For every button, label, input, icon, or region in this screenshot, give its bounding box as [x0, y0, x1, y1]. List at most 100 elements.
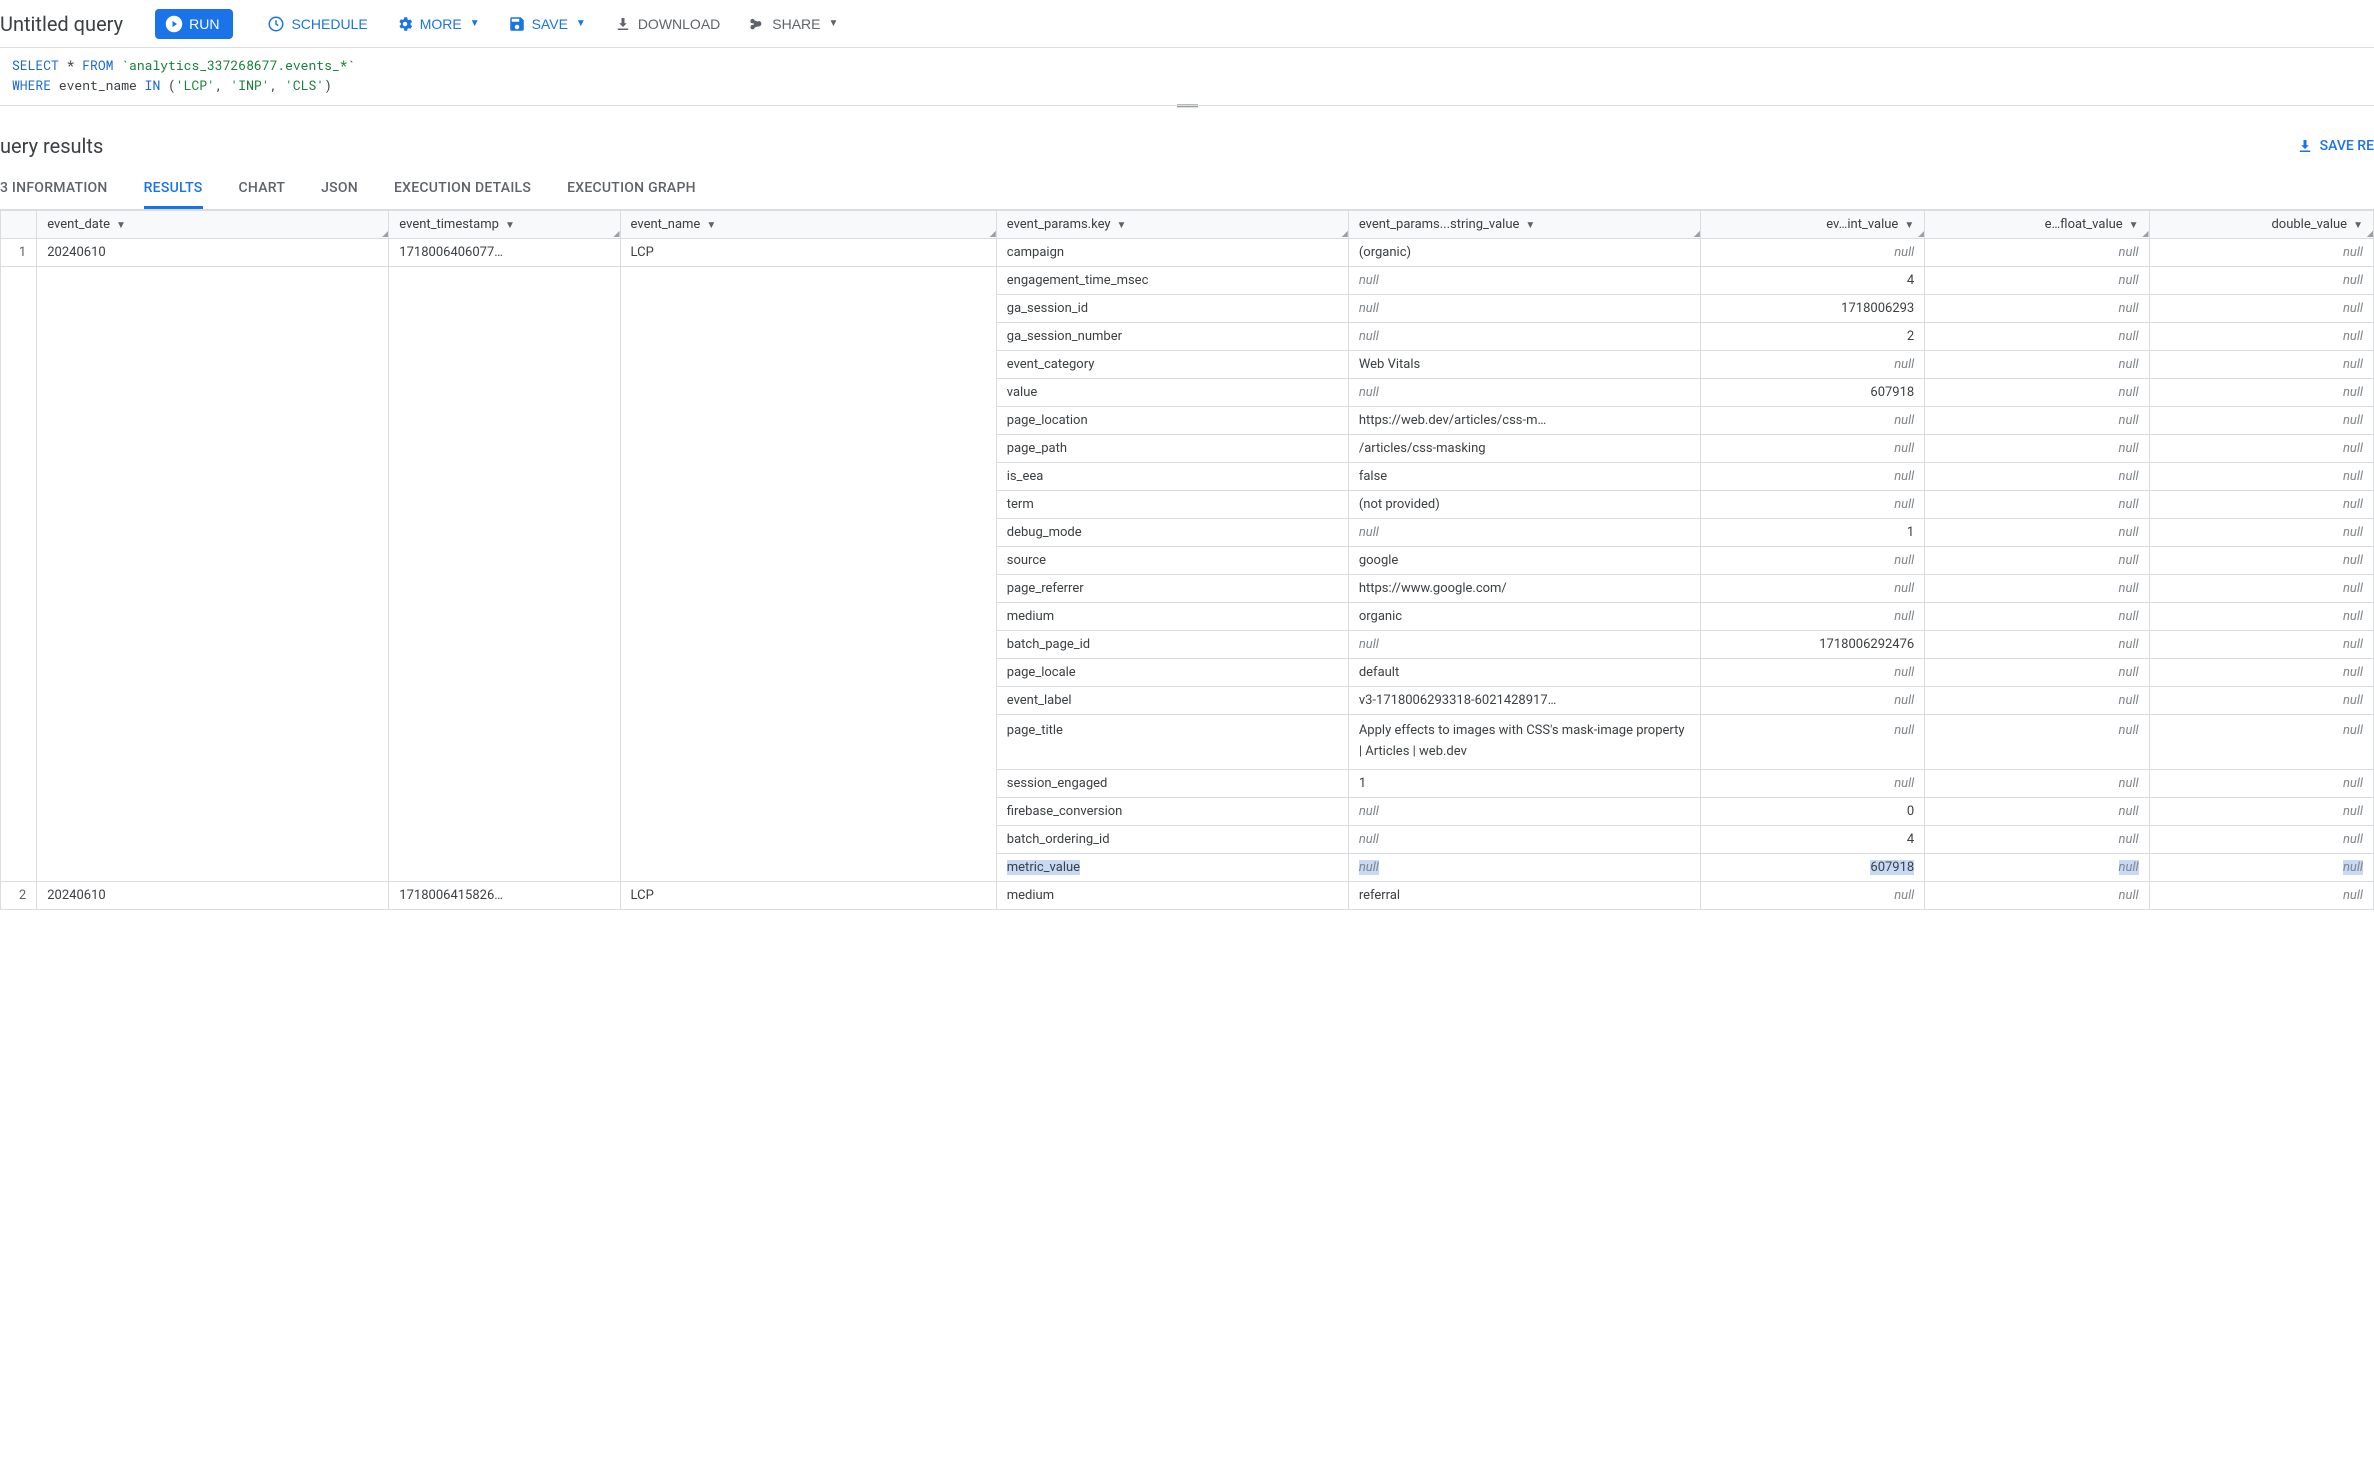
param-key-cell[interactable]: campaign [996, 239, 1348, 267]
param-key-cell[interactable]: page_path [996, 435, 1348, 463]
event-name-cell[interactable]: LCP [620, 881, 996, 909]
int-value-cell[interactable]: null [1700, 407, 1924, 435]
string-value-cell[interactable]: null [1348, 825, 1700, 853]
param-key-cell[interactable]: page_referrer [996, 575, 1348, 603]
int-value-cell[interactable]: 4 [1700, 267, 1924, 295]
double-value-cell[interactable]: null [2149, 407, 2373, 435]
float-value-cell[interactable]: null [1925, 379, 2149, 407]
event-timestamp-cell[interactable]: 1718006406077… [389, 239, 620, 267]
param-key-cell[interactable]: event_label [996, 687, 1348, 715]
resize-handle[interactable]: ◢ [990, 229, 996, 238]
param-key-cell[interactable]: metric_value [996, 853, 1348, 881]
int-value-cell[interactable]: null [1700, 881, 1924, 909]
string-value-cell[interactable]: default [1348, 659, 1700, 687]
string-value-cell[interactable]: google [1348, 547, 1700, 575]
int-value-cell[interactable]: 607918 [1700, 379, 1924, 407]
float-value-cell[interactable]: null [1925, 491, 2149, 519]
int-value-cell[interactable]: 1 [1700, 519, 1924, 547]
col-params-key[interactable]: event_params.key▼◢ [996, 211, 1348, 239]
param-key-cell[interactable]: value [996, 379, 1348, 407]
string-value-cell[interactable]: null [1348, 853, 1700, 881]
double-value-cell[interactable]: null [2149, 631, 2373, 659]
float-value-cell[interactable]: null [1925, 323, 2149, 351]
param-key-cell[interactable]: is_eea [996, 463, 1348, 491]
col-int-value[interactable]: ev…int_value▼◢ [1700, 211, 1924, 239]
string-value-cell[interactable]: Apply effects to images with CSS's mask-… [1348, 715, 1700, 770]
string-value-cell[interactable]: v3-1718006293318-6021428917… [1348, 687, 1700, 715]
float-value-cell[interactable]: null [1925, 687, 2149, 715]
int-value-cell[interactable]: null [1700, 547, 1924, 575]
float-value-cell[interactable]: null [1925, 715, 2149, 770]
string-value-cell[interactable]: 1 [1348, 769, 1700, 797]
param-key-cell[interactable]: batch_ordering_id [996, 825, 1348, 853]
param-key-cell[interactable]: page_locale [996, 659, 1348, 687]
param-key-cell[interactable]: term [996, 491, 1348, 519]
param-key-cell[interactable]: page_title [996, 715, 1348, 770]
int-value-cell[interactable]: null [1700, 463, 1924, 491]
float-value-cell[interactable]: null [1925, 659, 2149, 687]
col-string-value[interactable]: event_params...string_value▼◢ [1348, 211, 1700, 239]
double-value-cell[interactable]: null [2149, 295, 2373, 323]
int-value-cell[interactable]: null [1700, 575, 1924, 603]
resize-handle[interactable]: ◢ [1918, 229, 1924, 238]
resize-handle[interactable]: ◢ [2367, 229, 2373, 238]
float-value-cell[interactable]: null [1925, 631, 2149, 659]
event-name-cell[interactable]: LCP [620, 239, 996, 267]
resize-handle[interactable]: ◢ [382, 229, 388, 238]
float-value-cell[interactable]: null [1925, 351, 2149, 379]
int-value-cell[interactable]: null [1700, 715, 1924, 770]
rownum-cell[interactable]: 2 [1, 881, 37, 909]
int-value-cell[interactable]: null [1700, 435, 1924, 463]
float-value-cell[interactable]: null [1925, 295, 2149, 323]
int-value-cell[interactable]: null [1700, 603, 1924, 631]
tab-chart[interactable]: CHART [239, 170, 286, 209]
tab-execution-graph[interactable]: EXECUTION GRAPH [567, 170, 696, 209]
col-rownum[interactable] [1, 211, 37, 239]
string-value-cell[interactable]: null [1348, 519, 1700, 547]
int-value-cell[interactable]: 2 [1700, 323, 1924, 351]
string-value-cell[interactable]: referral [1348, 881, 1700, 909]
string-value-cell[interactable]: null [1348, 295, 1700, 323]
string-value-cell[interactable]: Web Vitals [1348, 351, 1700, 379]
double-value-cell[interactable]: null [2149, 463, 2373, 491]
col-event-timestamp[interactable]: event_timestamp▼◢ [389, 211, 620, 239]
string-value-cell[interactable]: null [1348, 267, 1700, 295]
float-value-cell[interactable]: null [1925, 519, 2149, 547]
double-value-cell[interactable]: null [2149, 853, 2373, 881]
param-key-cell[interactable]: ga_session_number [996, 323, 1348, 351]
sql-editor[interactable]: SELECT * FROM `analytics_337268677.event… [0, 48, 2374, 106]
string-value-cell[interactable]: null [1348, 797, 1700, 825]
event-date-cell[interactable]: 20240610 [37, 881, 389, 909]
double-value-cell[interactable]: null [2149, 797, 2373, 825]
float-value-cell[interactable]: null [1925, 825, 2149, 853]
string-value-cell[interactable]: (organic) [1348, 239, 1700, 267]
double-value-cell[interactable]: null [2149, 267, 2373, 295]
param-key-cell[interactable]: debug_mode [996, 519, 1348, 547]
param-key-cell[interactable]: source [996, 547, 1348, 575]
float-value-cell[interactable]: null [1925, 407, 2149, 435]
double-value-cell[interactable]: null [2149, 547, 2373, 575]
param-key-cell[interactable]: page_location [996, 407, 1348, 435]
resize-handle[interactable]: ━━ [0, 106, 2374, 116]
param-key-cell[interactable]: session_engaged [996, 769, 1348, 797]
schedule-button[interactable]: SCHEDULE [257, 9, 377, 39]
string-value-cell[interactable]: https://www.google.com/ [1348, 575, 1700, 603]
double-value-cell[interactable]: null [2149, 379, 2373, 407]
param-key-cell[interactable]: engagement_time_msec [996, 267, 1348, 295]
float-value-cell[interactable]: null [1925, 853, 2149, 881]
float-value-cell[interactable]: null [1925, 547, 2149, 575]
double-value-cell[interactable]: null [2149, 603, 2373, 631]
int-value-cell[interactable]: 1718006292476 [1700, 631, 1924, 659]
int-value-cell[interactable]: null [1700, 687, 1924, 715]
event-date-cell[interactable]: 20240610 [37, 239, 389, 267]
string-value-cell[interactable]: https://web.dev/articles/css-m… [1348, 407, 1700, 435]
double-value-cell[interactable]: null [2149, 769, 2373, 797]
string-value-cell[interactable]: null [1348, 379, 1700, 407]
string-value-cell[interactable]: null [1348, 631, 1700, 659]
double-value-cell[interactable]: null [2149, 435, 2373, 463]
int-value-cell[interactable]: null [1700, 491, 1924, 519]
col-event-name[interactable]: event_name▼◢ [620, 211, 996, 239]
double-value-cell[interactable]: null [2149, 687, 2373, 715]
more-button[interactable]: MORE ▼ [386, 9, 490, 39]
float-value-cell[interactable]: null [1925, 267, 2149, 295]
